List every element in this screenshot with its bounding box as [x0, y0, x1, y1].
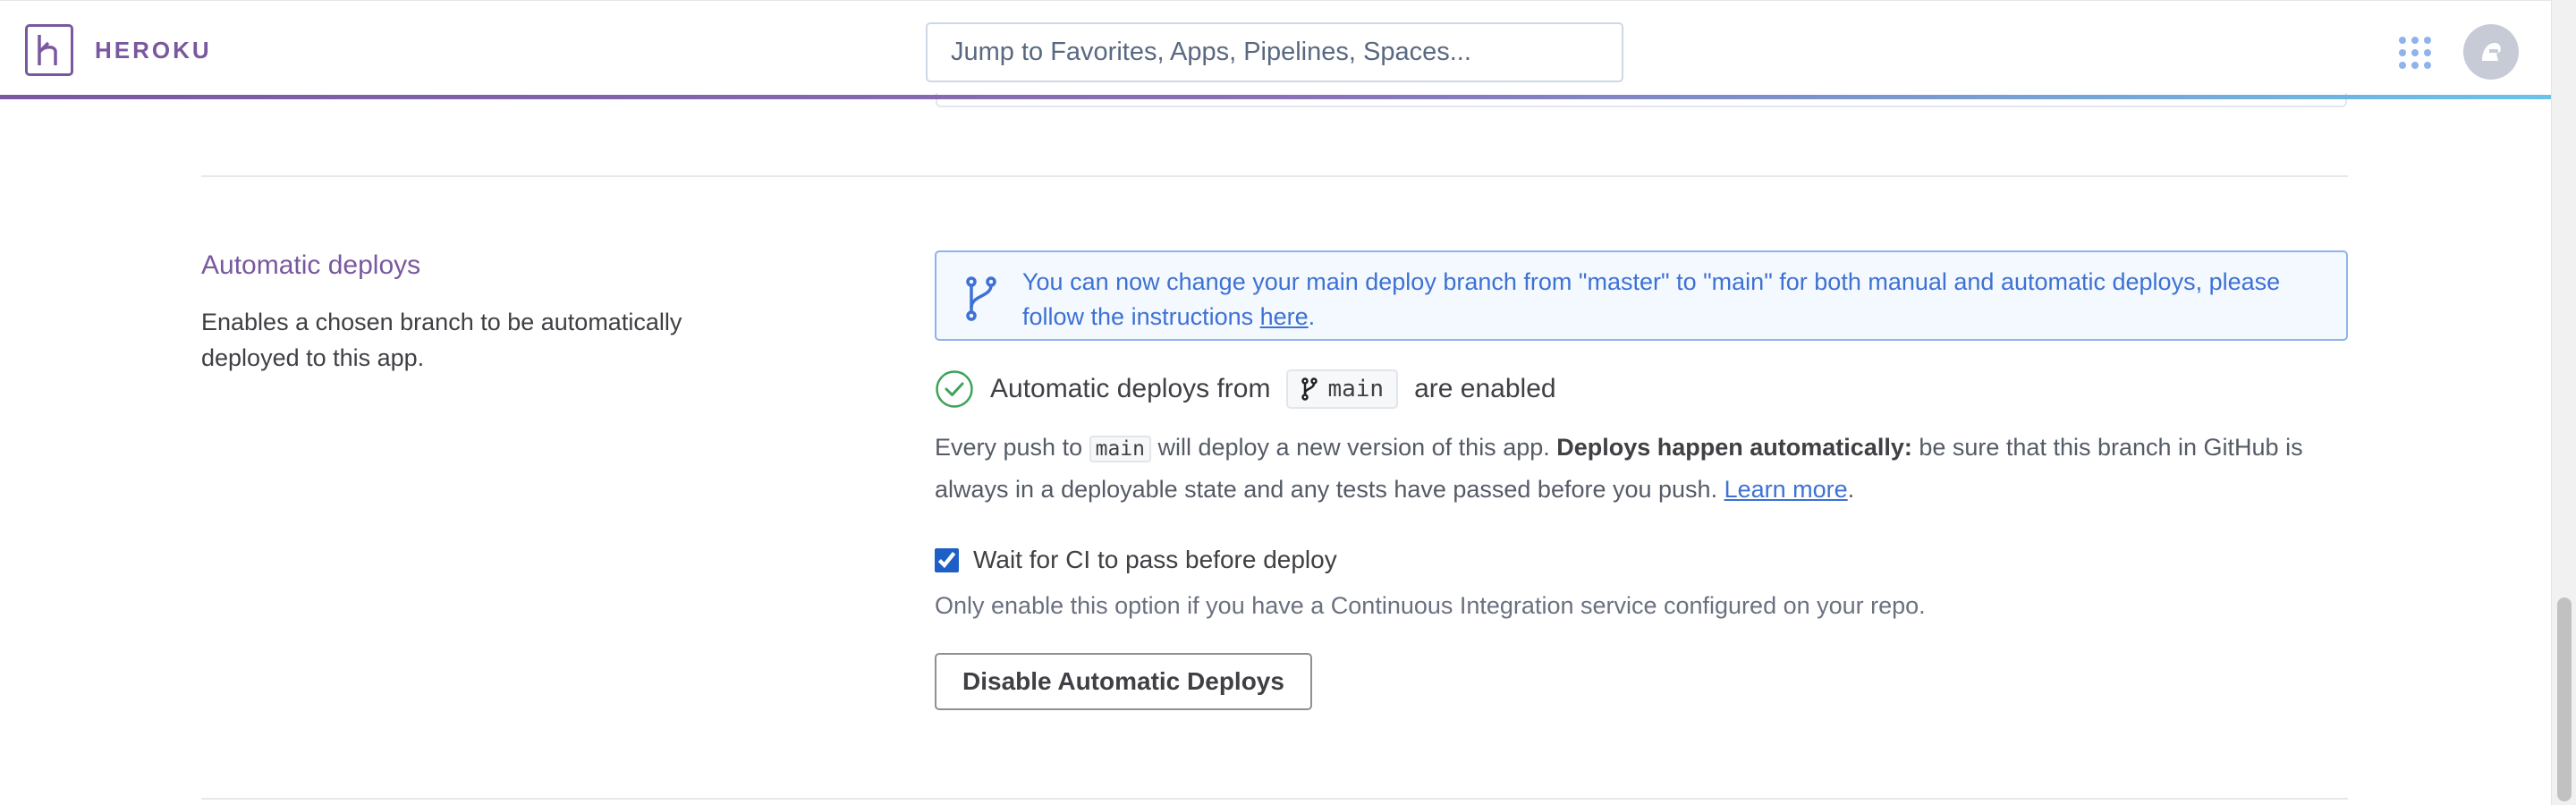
git-branch-icon: [963, 275, 999, 326]
section-divider-bottom: [201, 798, 2348, 800]
wait-for-ci-label[interactable]: Wait for CI to pass before deploy: [973, 546, 1337, 574]
scrollbar-thumb[interactable]: [2557, 597, 2572, 801]
notice-text: You can now change your main deploy bran…: [1022, 265, 2328, 335]
status-suffix: are enabled: [1414, 374, 1556, 403]
status-prefix: Automatic deploys from: [990, 374, 1271, 403]
user-icon: [2482, 43, 2501, 61]
notice-text-end: .: [1308, 303, 1316, 330]
page-scrollbar[interactable]: [2551, 0, 2576, 805]
learn-more-link[interactable]: Learn more: [1724, 476, 1848, 503]
ci-help-text: Only enable this option if you have a Co…: [935, 592, 1926, 619]
notice-here-link[interactable]: here: [1260, 303, 1309, 330]
deploy-explanation: Every push to main will deploy a new ver…: [935, 428, 2348, 510]
explanation-part2: will deploy a new version of this app.: [1151, 434, 1557, 461]
section-divider-top: [201, 175, 2348, 177]
explanation-part1: Every push to: [935, 434, 1083, 461]
wait-for-ci-checkbox[interactable]: [935, 547, 959, 572]
search-input[interactable]: [926, 22, 1623, 82]
explanation-bold: Deploys happen automatically:: [1556, 434, 1912, 461]
heroku-home-link[interactable]: HEROKU: [25, 24, 212, 76]
explanation-end: .: [1847, 476, 1855, 503]
section-description: Enables a chosen branch to be automatica…: [201, 309, 682, 371]
ci-option-row: Wait for CI to pass before deploy: [935, 546, 1337, 574]
branch-icon: [1301, 377, 1318, 401]
heroku-logo-icon: [25, 24, 73, 76]
check-circle-icon: [936, 370, 973, 408]
top-header: HEROKU: [0, 0, 2551, 99]
branch-chip: main: [1286, 369, 1399, 409]
section-title: Automatic deploys: [201, 250, 421, 280]
apps-grid-icon[interactable]: [2397, 35, 2433, 71]
brand-name: HEROKU: [95, 36, 212, 64]
notice-text-main: You can now change your main deploy bran…: [1022, 268, 2281, 330]
auto-deploy-status: Automatic deploys from main are enabled: [935, 367, 1556, 411]
user-avatar[interactable]: [2463, 24, 2519, 80]
main-branch-notice: You can now change your main deploy bran…: [935, 250, 2348, 341]
branch-code-inline: main: [1089, 436, 1151, 462]
branch-name: main: [1327, 376, 1385, 402]
header-gradient-bar: [0, 95, 2551, 99]
disable-automatic-deploys-button[interactable]: Disable Automatic Deploys: [935, 653, 1312, 710]
